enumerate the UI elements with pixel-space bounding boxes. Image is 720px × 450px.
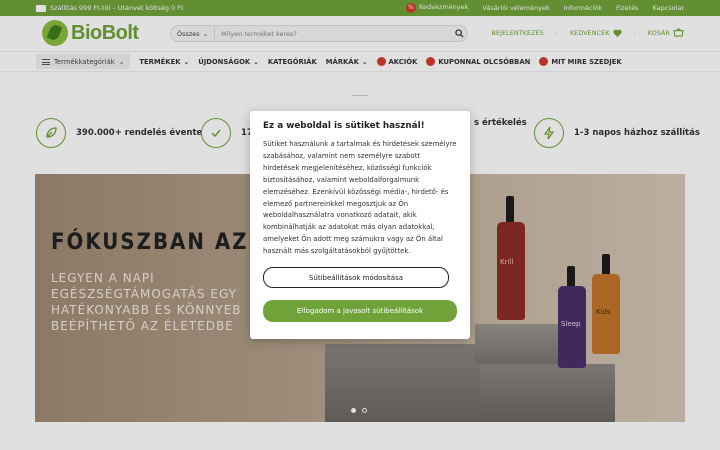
cookie-modal-body: Sütiket használunk a tartalmak és hirdet… — [263, 140, 457, 256]
accept-cookies-button[interactable]: Elfogadom a javasolt sütibeállítások — [263, 300, 457, 322]
cookie-consent-modal: Ez a weboldal is sütiket használ! Sütike… — [250, 111, 470, 339]
cookie-modal-title: Ez a weboldal is sütiket használ! — [263, 121, 425, 131]
cookie-settings-button[interactable]: Sütibeállítások módosítása — [263, 267, 449, 288]
